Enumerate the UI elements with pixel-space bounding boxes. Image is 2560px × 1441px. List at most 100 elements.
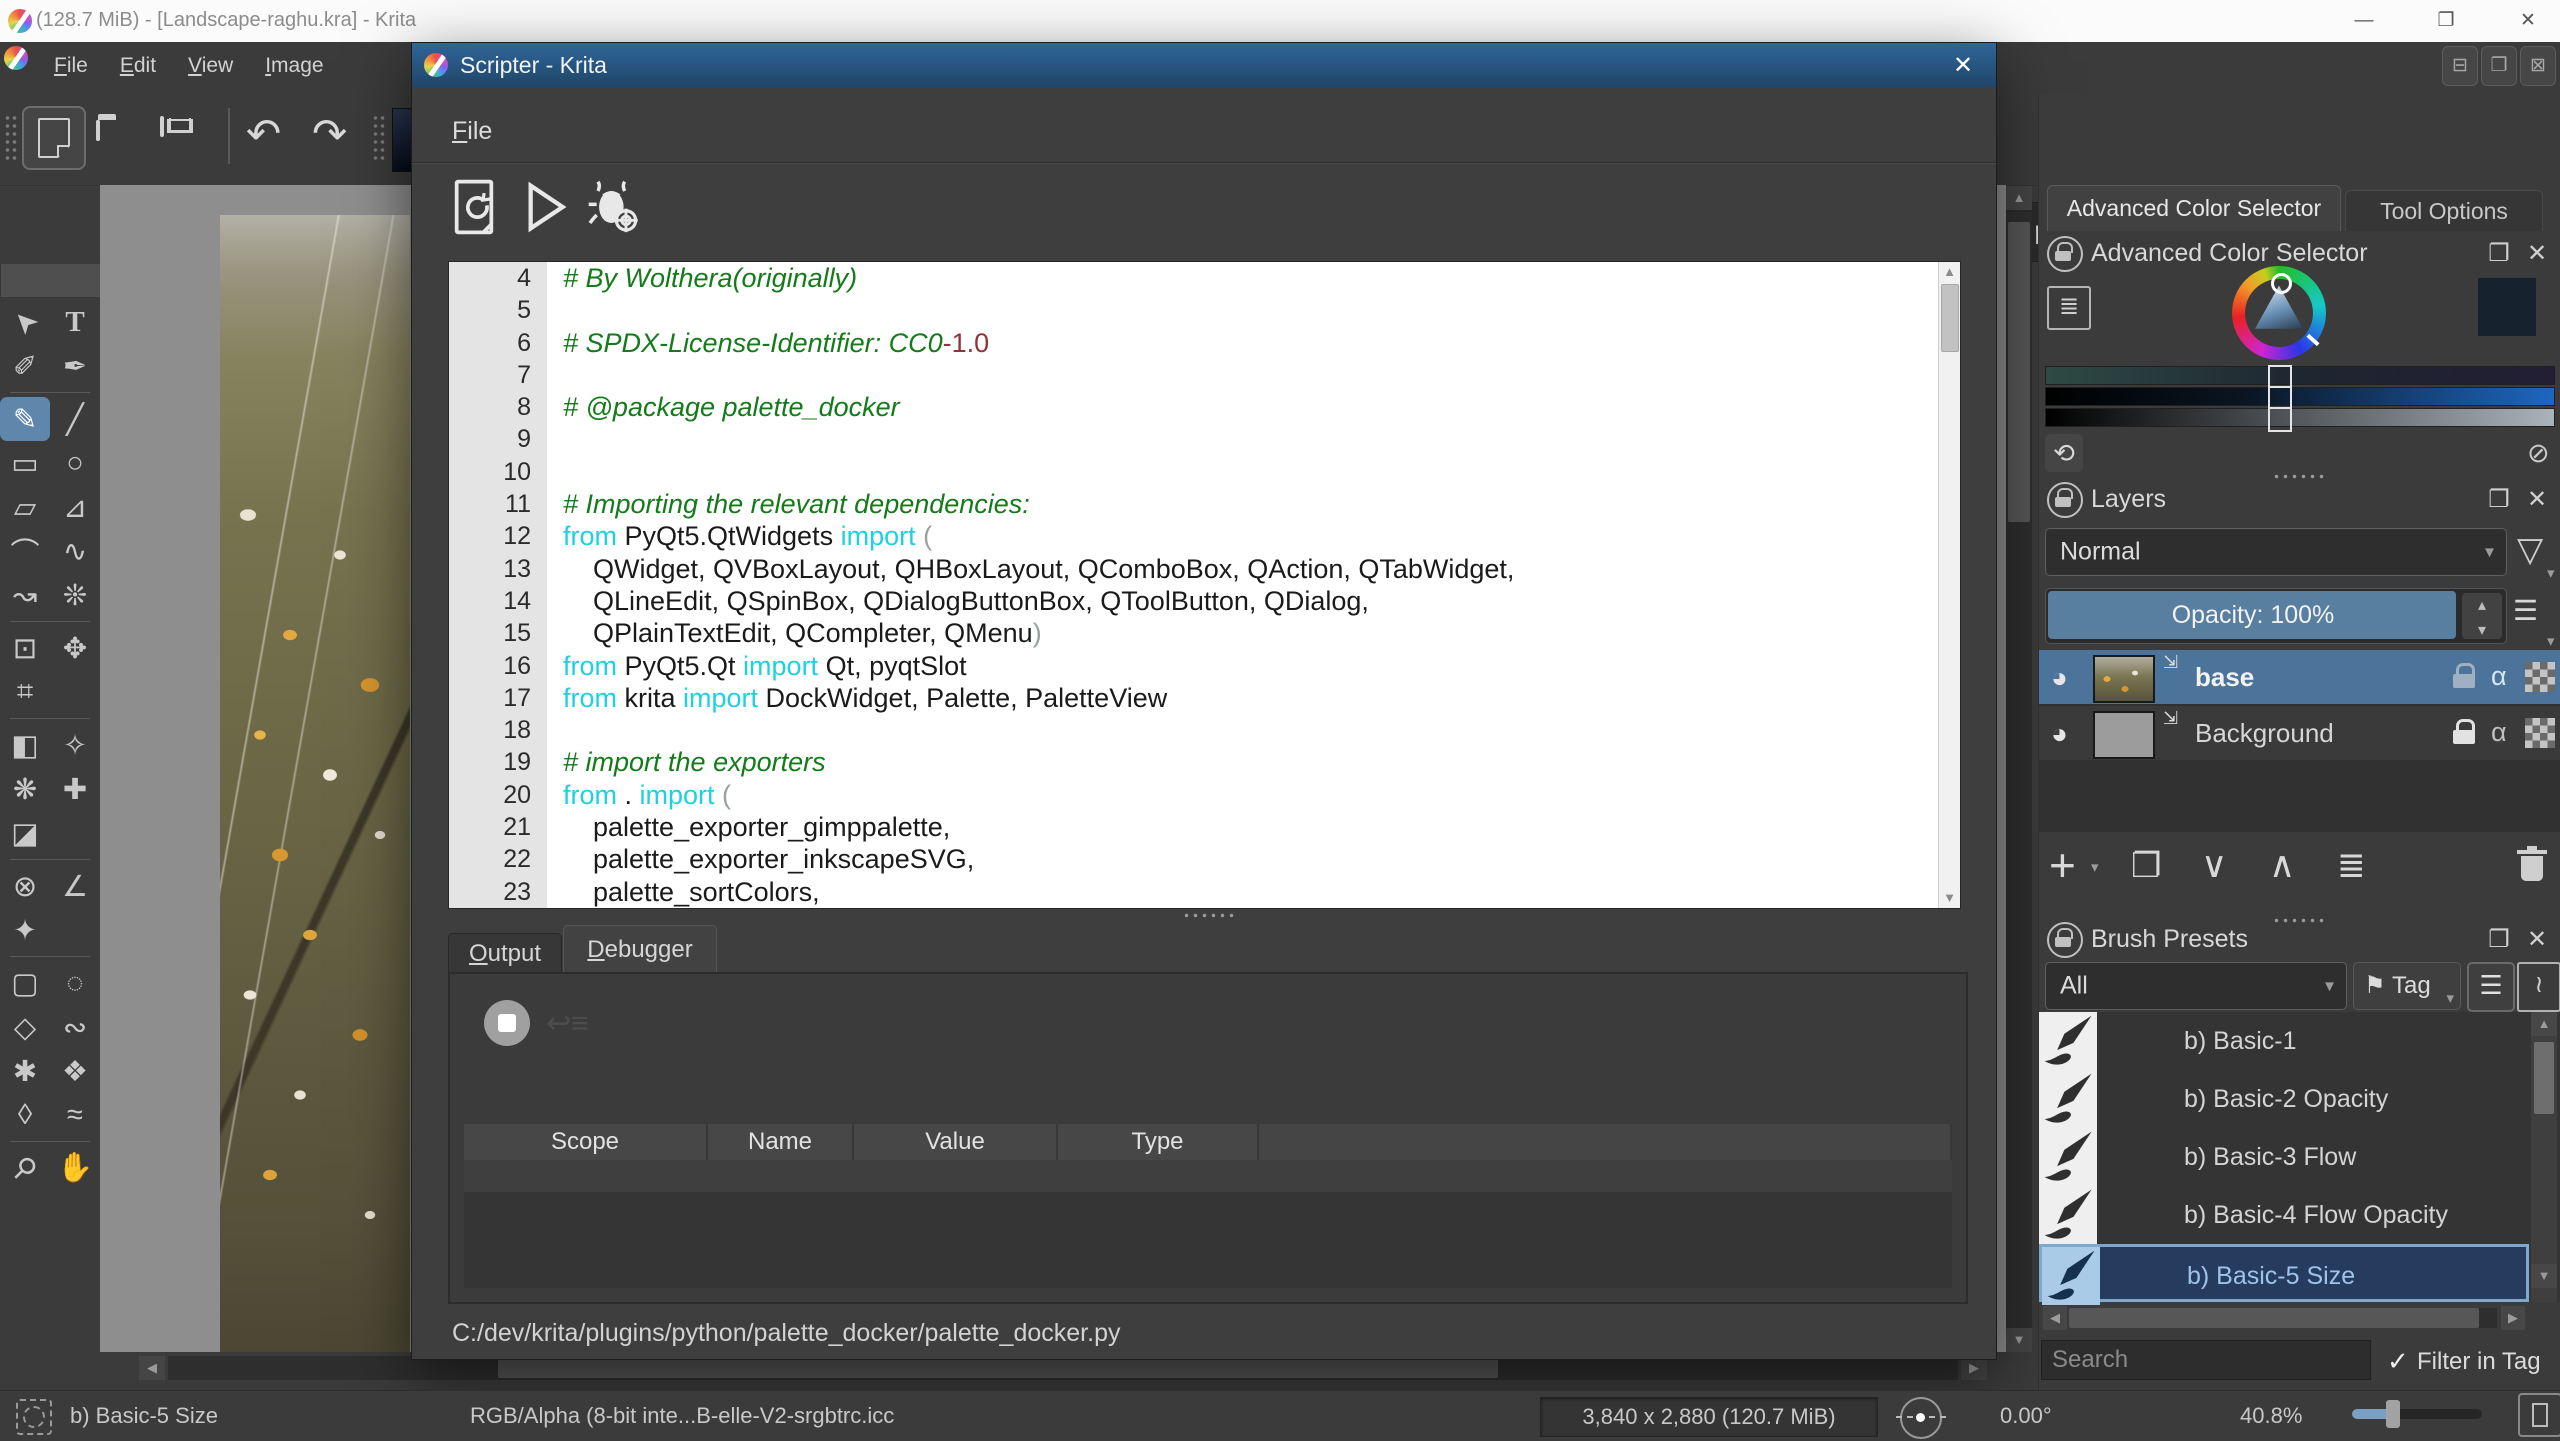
window-close-button[interactable]: ✕ (2500, 0, 2556, 42)
alpha-lock-icon[interactable]: α (2491, 661, 2507, 692)
lock-icon[interactable] (2047, 482, 2083, 518)
ellipse-tool[interactable]: ○ (50, 441, 100, 485)
code-editor[interactable]: 4# By Wolthera(originally)56# SPDX-Licen… (448, 261, 1961, 909)
smart-patch-tool[interactable]: ✚ (50, 767, 100, 811)
selection-indicator-icon[interactable] (16, 1399, 52, 1435)
enclose-fill-tool[interactable]: ⊗ (0, 864, 50, 908)
canvas-vscrollbar[interactable] (2006, 212, 2032, 1328)
layer-menu-dropdown-icon[interactable]: ▾ (2547, 632, 2555, 650)
search-input[interactable] (2041, 1340, 2371, 1380)
import-resource-button[interactable]: ≀ (2517, 962, 2560, 1012)
zoom-tool[interactable]: ⚲ (0, 1146, 50, 1190)
vscroll-down-arrow[interactable]: ▼ (2006, 1328, 2032, 1352)
checkbox-check-icon[interactable]: ✓ (2387, 1346, 2409, 1377)
layer-filter-button[interactable]: ▽ (2517, 530, 2543, 570)
add-layer-button[interactable]: + (2049, 838, 2076, 892)
float-icon[interactable]: ❐ (2483, 239, 2515, 268)
tag-button[interactable]: ⚑ Tag ▾ (2353, 962, 2461, 1010)
colorize-mask-tool[interactable]: ❋ (0, 767, 50, 811)
tab-tool-options[interactable]: Tool Options (2345, 190, 2543, 231)
pan-tool[interactable]: ✋ (50, 1146, 100, 1190)
menu-image[interactable]: Image (261, 48, 327, 84)
color-slider-1[interactable] (2045, 366, 2555, 385)
move-layer-down-button[interactable]: ∨ (2201, 844, 2227, 886)
rectangle-tool[interactable]: ▭ (0, 441, 50, 485)
color-wheel[interactable] (2232, 266, 2326, 360)
debug-step-button[interactable]: ↩≡ (546, 1006, 589, 1041)
brush-preset-4[interactable]: b) Basic-4 Flow Opacity (2039, 1186, 2529, 1244)
fill-tool[interactable]: ◪ (0, 811, 50, 855)
save-document-button[interactable] (160, 118, 164, 136)
lock-icon[interactable] (2047, 236, 2083, 272)
polyline-tool[interactable]: ⊿ (50, 485, 100, 529)
docker-resize-grip-icon[interactable] (2272, 472, 2328, 481)
transform-tool[interactable]: ⊡ (0, 626, 50, 670)
redo-button[interactable]: ↷ (312, 104, 347, 164)
float-icon[interactable]: ❐ (2483, 925, 2515, 954)
statusbar-zoom[interactable]: 40.8% (2240, 1403, 2302, 1429)
window-restore-button[interactable]: ❐ (2418, 0, 2474, 42)
debugger-column-type[interactable]: Type (1058, 1124, 1259, 1160)
inherit-alpha-icon[interactable]: ⇲ (2163, 708, 2178, 729)
right-arrow-icon[interactable]: ▶ (2501, 1306, 2525, 1330)
move-layer-up-button[interactable]: ∧ (2269, 844, 2295, 886)
statusbar-canvas-size[interactable]: 3,840 x 2,880 (120.7 MiB) (1540, 1397, 1878, 1437)
spin-up-icon[interactable]: ▴ (2462, 593, 2502, 618)
color-wheel-indicator[interactable] (2271, 273, 2292, 294)
debugger-column-name[interactable]: Name (708, 1124, 854, 1160)
statusbar-color-profile[interactable]: RGB/Alpha (8-bit inte...B-elle-V2-srgbtr… (470, 1403, 894, 1429)
edit-shapes-tool[interactable]: ✐ (0, 344, 50, 388)
delete-layer-button[interactable] (2517, 846, 2547, 882)
freehand-brush-tool[interactable]: ✎ (0, 397, 50, 441)
splitter-grip-icon[interactable] (1182, 911, 1238, 920)
vscroll-thumb[interactable] (2008, 222, 2030, 522)
spin-down-icon[interactable]: ▾ (2462, 618, 2502, 643)
brush-preset-5[interactable]: b) Basic-5 Size (2039, 1244, 2529, 1302)
layer-name[interactable]: Background (2195, 718, 2334, 749)
undo-button[interactable]: ↶ (246, 104, 281, 164)
layer-menu-button[interactable]: ☰ (2513, 594, 2538, 627)
bezier-curve-tool[interactable]: ⌒ (0, 529, 50, 573)
zoom-slider[interactable] (2352, 1409, 2482, 1419)
debug-script-button[interactable] (582, 175, 646, 239)
add-layer-dropdown-icon[interactable]: ▾ (2091, 858, 2099, 876)
brush-preset-2[interactable]: b) Basic-2 Opacity (2039, 1070, 2529, 1128)
scroll-down-icon[interactable]: ▼ (2531, 1264, 2557, 1288)
calligraphy-tool[interactable]: ✒ (50, 344, 100, 388)
magnetic-select-tool[interactable]: ≈ (50, 1093, 100, 1137)
layer-properties-button[interactable]: ≣ (2337, 846, 2366, 886)
move-tool[interactable]: ✥ (50, 626, 100, 670)
color-history-refresh-button[interactable]: ⟲ (2045, 434, 2083, 472)
alpha-channel-icon[interactable] (2525, 718, 2555, 748)
multibrush-tool[interactable]: ❊ (50, 573, 100, 617)
visibility-eye-icon[interactable]: ◕ (2051, 718, 2068, 750)
left-arrow-icon[interactable]: ◀ (2043, 1306, 2067, 1330)
lock-icon[interactable] (2047, 922, 2083, 958)
tab-debugger[interactable]: Debugger (563, 925, 717, 974)
menu-edit[interactable]: Edit (116, 48, 160, 84)
layer-thumbnail[interactable] (2093, 711, 2155, 759)
mdi-close-button[interactable]: ⊠ (2520, 46, 2556, 86)
measure-tool[interactable]: ∠ (50, 864, 100, 908)
visibility-eye-icon[interactable]: ◕ (2051, 662, 2068, 694)
acs-settings-button[interactable]: ≣ (2047, 286, 2091, 330)
open-document-button[interactable] (96, 122, 100, 140)
slider-handle[interactable] (2268, 407, 2292, 432)
close-icon[interactable]: ✕ (2521, 925, 2553, 954)
hscroll-thumb[interactable] (2069, 1308, 2479, 1328)
color-slider-3[interactable] (2045, 408, 2555, 427)
dynamic-brush-tool[interactable]: ↝ (0, 573, 50, 617)
color-sampler-tool[interactable]: ✧ (50, 723, 100, 767)
toolbox-header[interactable] (0, 263, 102, 298)
new-document-button[interactable] (22, 106, 86, 170)
debug-stop-button[interactable] (484, 1000, 530, 1046)
editor-scroll-up-icon[interactable]: ▲ (1939, 262, 1960, 282)
bezier-select-tool[interactable]: ◊ (0, 1093, 50, 1137)
menu-view[interactable]: View (184, 48, 237, 84)
mdi-minimize-button[interactable]: ⊟ (2442, 46, 2478, 86)
brush-view-mode-button[interactable]: ☰ (2467, 962, 2515, 1012)
similar-select-tool[interactable]: ❖ (50, 1049, 100, 1093)
statusbar-rotation[interactable]: 0.00° (2000, 1403, 2052, 1429)
close-icon[interactable]: ✕ (2521, 485, 2553, 514)
debugger-table-body[interactable] (464, 1160, 1952, 1288)
